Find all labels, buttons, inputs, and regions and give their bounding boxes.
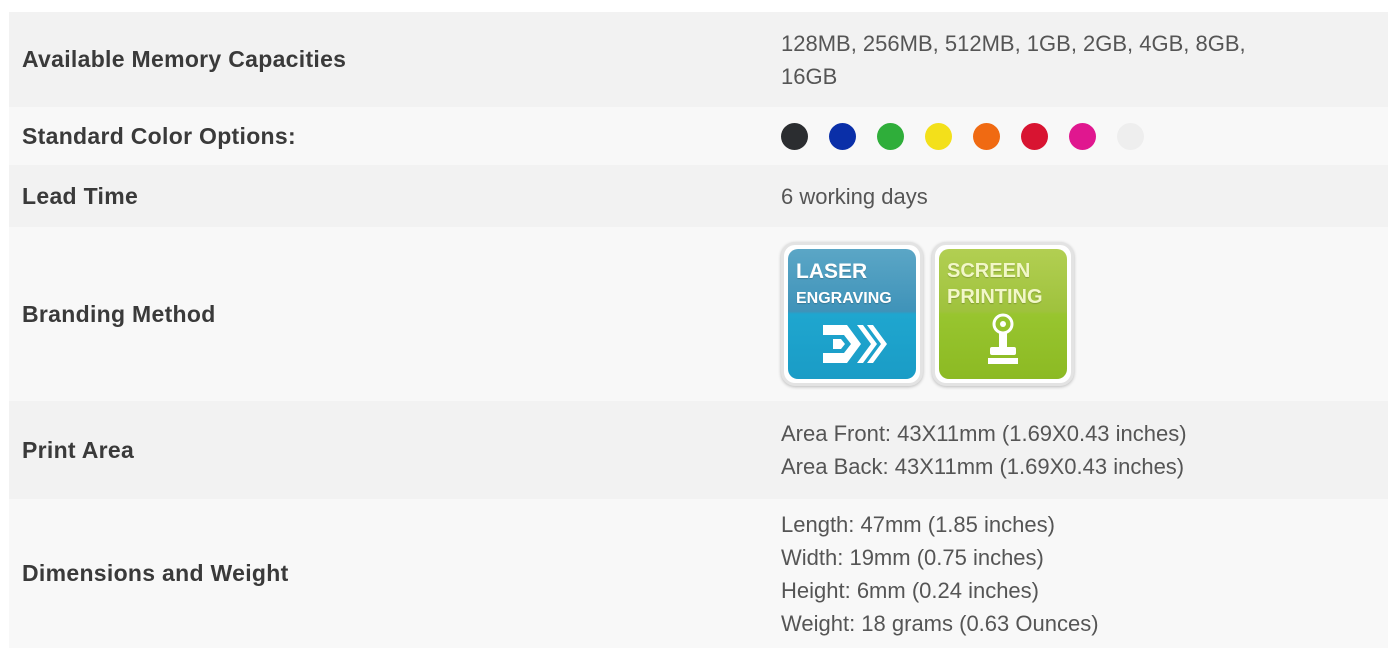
spec-row-lead-time: Lead Time 6 working days: [9, 165, 1388, 227]
spec-value: 128MB, 256MB, 512MB, 1GB, 2GB, 4GB, 8GB,…: [781, 27, 1388, 93]
spec-value: [781, 122, 1388, 150]
screen-printing-badge: SCREEN PRINTING: [932, 242, 1074, 386]
badge-subtitle: PRINTING: [947, 286, 1043, 308]
color-swatches: [781, 122, 1368, 150]
color-swatch: [877, 122, 904, 150]
color-swatch: [1069, 122, 1096, 150]
spec-value-line: Weight: 18 grams (0.63 Ounces): [781, 610, 1099, 636]
color-swatch: [1021, 122, 1048, 150]
color-swatch: [829, 122, 856, 150]
spec-value-line: 16GB: [781, 63, 838, 89]
spec-value-line: Area Back: 43X11mm (1.69X0.43 inches): [781, 454, 1185, 479]
spec-label: Standard Color Options:: [22, 122, 296, 149]
spec-row-dimensions: Dimensions and Weight Length: 47mm (1.85…: [9, 499, 1388, 648]
spec-row-branding: Branding Method LASER ENGRAVING SCREEN P…: [9, 227, 1388, 401]
color-swatch: [1117, 122, 1144, 150]
spec-table: Available Memory Capacities 128MB, 256MB…: [9, 12, 1388, 648]
spec-value-line: Width: 19mm (0.75 inches): [781, 544, 1044, 570]
color-swatch: [781, 122, 808, 150]
spec-value: Length: 47mm (1.85 inches) Width: 19mm (…: [781, 508, 1388, 640]
spec-value-line: Height: 6mm (0.24 inches): [781, 577, 1039, 603]
spec-label: Dimensions and Weight: [22, 560, 289, 586]
spec-row-print-area: Print Area Area Front: 43X11mm (1.69X0.4…: [9, 401, 1388, 499]
badge-subtitle: ENGRAVING: [796, 290, 892, 307]
color-swatch: [925, 122, 952, 150]
spec-label: Lead Time: [22, 182, 139, 209]
laser-engraving-badge: LASER ENGRAVING: [781, 242, 923, 386]
spec-label: Print Area: [22, 436, 135, 463]
color-swatch: [973, 122, 1000, 150]
spec-label: Available Memory Capacities: [22, 46, 347, 72]
spec-label: Branding Method: [22, 300, 216, 327]
branding-badges: LASER ENGRAVING SCREEN PRINTING: [781, 242, 1368, 386]
spec-value-line: Length: 47mm (1.85 inches): [781, 511, 1055, 537]
spec-value-line: 128MB, 256MB, 512MB, 1GB, 2GB, 4GB, 8GB,: [781, 30, 1246, 56]
spec-value: 6 working days: [781, 183, 928, 209]
spec-row-memory: Available Memory Capacities 128MB, 256MB…: [9, 12, 1388, 107]
spec-value: LASER ENGRAVING SCREEN PRINTING: [781, 242, 1388, 386]
laser-arrow-icon: [823, 325, 887, 363]
spec-value: Area Front: 43X11mm (1.69X0.43 inches) A…: [781, 417, 1388, 483]
spec-row-colors: Standard Color Options:: [9, 107, 1388, 165]
spec-value-line: Area Front: 43X11mm (1.69X0.43 inches): [781, 421, 1187, 446]
stamp-icon: [988, 313, 1018, 364]
